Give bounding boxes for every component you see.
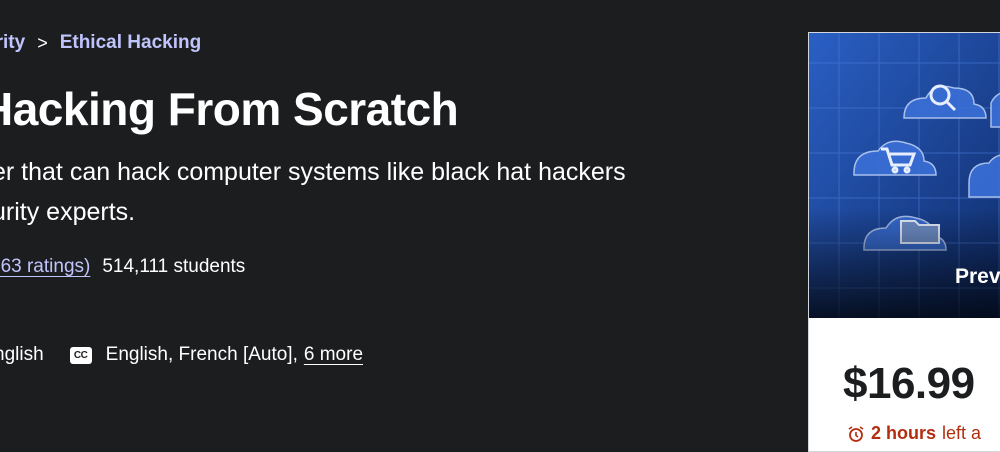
subtitle-line: urity experts. bbox=[0, 198, 136, 226]
breadcrumb-item-ethical-hacking[interactable]: Ethical Hacking bbox=[60, 32, 202, 54]
course-subtitle: er that can hack computer systems like b… bbox=[0, 152, 626, 232]
captions-languages: English, French [Auto], bbox=[105, 344, 298, 365]
breadcrumb: urity > Ethical Hacking bbox=[0, 32, 201, 54]
subtitle-line: er that can hack computer systems like b… bbox=[0, 158, 626, 186]
preview-label[interactable]: Prev bbox=[955, 265, 1000, 289]
chevron-right-icon: > bbox=[37, 32, 48, 53]
course-title: Hacking From Scratch bbox=[0, 83, 459, 135]
closed-captions-icon: CC bbox=[69, 346, 92, 364]
breadcrumb-item-it-security[interactable]: urity bbox=[0, 32, 25, 54]
course-price: $16.99 bbox=[843, 359, 975, 408]
preview-shade bbox=[809, 208, 1000, 318]
students-count: 514,111 students bbox=[102, 256, 246, 277]
ratings-row: 863 ratings) 514,111 students bbox=[0, 256, 245, 278]
course-language: nglish bbox=[0, 344, 44, 365]
course-preview[interactable]: Prev bbox=[809, 33, 1000, 318]
captions-more-link[interactable]: 6 more bbox=[304, 344, 363, 366]
language-row: nglish CC English, French [Auto], 6 more bbox=[0, 344, 363, 366]
ratings-link[interactable]: 863 ratings) bbox=[0, 256, 90, 278]
purchase-card: Prev $16.99 2 hours left a bbox=[808, 32, 1000, 452]
